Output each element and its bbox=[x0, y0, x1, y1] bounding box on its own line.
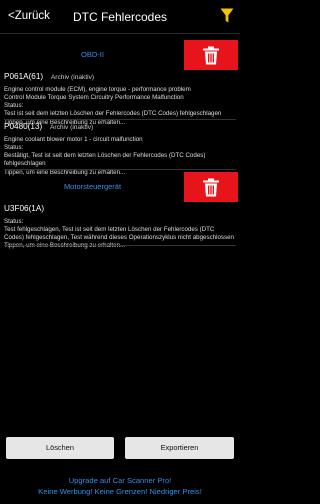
divider bbox=[4, 119, 236, 120]
page-title: DTC Fehlercodes bbox=[72, 10, 168, 24]
dtc-code: P0480(13) bbox=[4, 122, 43, 131]
dtc-status: Test fehlgeschlagen, Test ist seit dem l… bbox=[4, 226, 234, 242]
divider bbox=[4, 169, 236, 170]
dtc-status: Test ist seit dem letzten Löschen der Fe… bbox=[4, 110, 222, 118]
trash-icon bbox=[203, 178, 219, 197]
trash-icon bbox=[203, 46, 219, 65]
upgrade-link[interactable]: Upgrade auf Car Scanner Pro! bbox=[0, 476, 240, 485]
dtc-hint: Tippen, um eine Beschreibung zu erhalten… bbox=[4, 242, 236, 250]
dtc-item[interactable]: U3F06(1A) Status: Test fehlgeschlagen, T… bbox=[4, 204, 236, 251]
section-header-obd2: OBD-II bbox=[0, 40, 240, 70]
dtc-status-label: Status: bbox=[4, 217, 24, 225]
dtc-status-label: Status: bbox=[4, 102, 24, 110]
delete-section-button[interactable] bbox=[184, 172, 238, 202]
dtc-state: Archiv (inaktiv) bbox=[50, 74, 95, 81]
section-label-obd2: OBD-II bbox=[81, 50, 104, 59]
filter-icon[interactable] bbox=[220, 8, 234, 24]
dtc-status-label: Status: bbox=[4, 144, 24, 152]
dtc-description: Engine coolant blower motor 1 - circuit … bbox=[4, 135, 143, 143]
dtc-description: Engine control module (ECM), engine torq… bbox=[4, 85, 191, 93]
dtc-code: P061A(61) bbox=[4, 72, 44, 81]
dtc-state: Archiv (inaktiv) bbox=[49, 124, 94, 131]
section-header-ecu: Motorsteuergerät bbox=[0, 172, 240, 202]
promo-text[interactable]: Keine Werbung! Keine Grenzen! Niedriger … bbox=[0, 487, 240, 496]
clear-button[interactable]: Löschen bbox=[6, 437, 114, 459]
app-header: <Zurück DTC Fehlercodes bbox=[0, 0, 240, 34]
delete-section-button[interactable] bbox=[184, 40, 238, 70]
section-label-ecu: Motorsteuergerät bbox=[63, 182, 122, 191]
dtc-row: P0480(13) Archiv (inaktiv) bbox=[4, 122, 236, 133]
export-button[interactable]: Exportieren bbox=[125, 437, 234, 459]
dtc-code: U3F06(1A) bbox=[4, 204, 45, 213]
dtc-row: U3F06(1A) bbox=[4, 204, 236, 215]
dtc-description: Control Module Torque System Circuitry P… bbox=[4, 94, 184, 102]
dtc-row: P061A(61) Archiv (inaktiv) bbox=[4, 72, 236, 83]
divider bbox=[4, 245, 236, 246]
dtc-status: Bestätigt, Test ist seit dem letzten Lös… bbox=[4, 152, 206, 168]
